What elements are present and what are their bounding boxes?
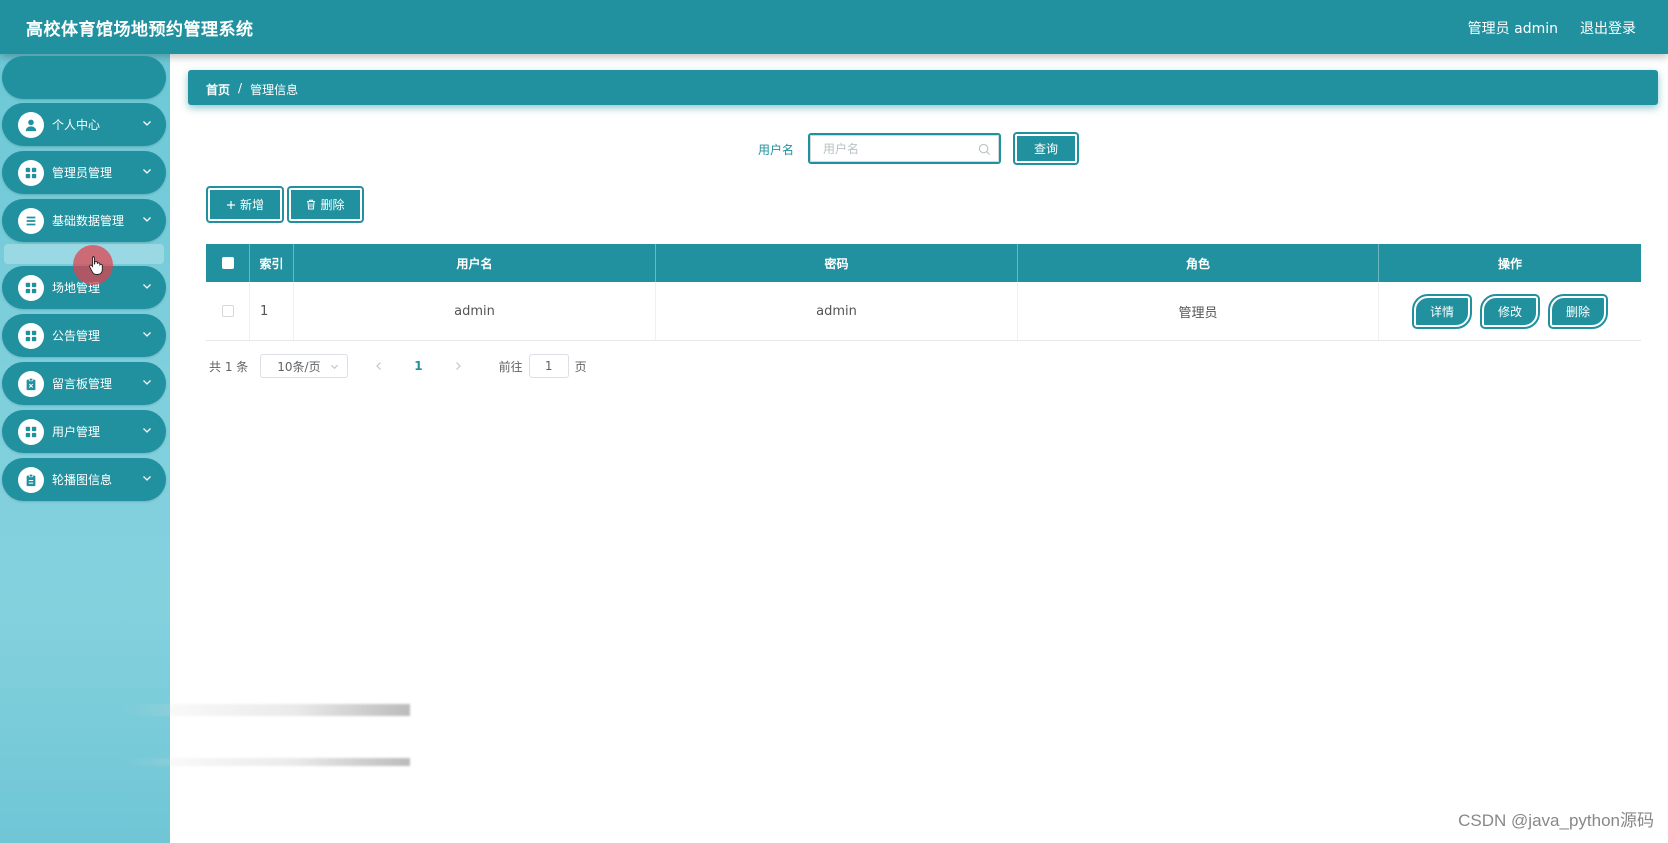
add-button-label: 新增 [239, 198, 264, 212]
delete-button-label: 删除 [320, 198, 345, 212]
chevron-down-icon [142, 166, 156, 179]
breadcrumb-home[interactable]: 首页 [206, 81, 230, 98]
sidebar-item-label: 轮播图信息 [52, 473, 113, 487]
breadcrumb: 首页 / 管理信息 [206, 81, 298, 98]
clipboard-icon [18, 370, 44, 397]
chevron-down-icon [142, 281, 156, 294]
page-size-value: 10条/页 [277, 359, 321, 374]
query-button[interactable]: 查询 [1013, 132, 1079, 165]
grid-icon [18, 274, 44, 301]
sidebar-item-user-management[interactable]: 用户管理 [2, 410, 166, 453]
cell-username: admin [294, 282, 656, 340]
edit-button[interactable]: 修改 [1480, 293, 1540, 329]
breadcrumb-current: 管理信息 [250, 83, 299, 97]
sidebar-item-label: 首页 [0, 69, 166, 86]
goto-label: 前往 [498, 359, 523, 374]
sidebar-item-label: 用户管理 [52, 425, 101, 439]
chevron-down-icon [142, 329, 156, 342]
search-label: 用户名 [758, 143, 795, 157]
chevron-down-icon [142, 214, 156, 227]
table-row: 1 admin admin 管理员 详情 修改 删除 [206, 282, 1641, 341]
app-title: 高校体育馆场地预约管理系统 [26, 20, 254, 40]
sidebar-item-notice-management[interactable]: 公告管理 [2, 314, 166, 357]
column-header-index: 索引 [250, 244, 294, 282]
next-page-icon[interactable] [451, 359, 465, 373]
page-size-select[interactable]: 10条/页 [260, 354, 349, 378]
cell-actions: 详情 修改 删除 [1379, 282, 1641, 340]
pagination: 共 1 条 10条/页 1 前往 页 [209, 354, 587, 378]
grid-icon [18, 418, 44, 445]
total-count: 共 1 条 [209, 359, 249, 374]
plus-icon [226, 200, 235, 209]
top-header: 高校体育馆场地预约管理系统 管理员 admin 退出登录 [0, 0, 1668, 54]
search-icon [978, 143, 991, 156]
sidebar-item-label: 管理员管理 [52, 166, 113, 180]
sidebar-item-label: 个人中心 [52, 118, 101, 132]
table-header: 索引 用户名 密码 角色 操作 [206, 244, 1641, 282]
column-header-password: 密码 [656, 244, 1018, 282]
column-header-username: 用户名 [294, 244, 656, 282]
goto-page-input[interactable] [528, 354, 569, 378]
sidebar-item-admin-management[interactable]: 管理员管理 [2, 151, 166, 194]
chevron-down-icon [142, 118, 156, 131]
cell-index: 1 [250, 282, 294, 340]
search-input[interactable] [810, 135, 999, 162]
select-all-checkbox[interactable] [221, 257, 234, 269]
header-actions: 管理员 admin 退出登录 [1468, 18, 1636, 38]
logout-link[interactable]: 退出登录 [1580, 18, 1636, 38]
clipboard-icon [18, 466, 44, 493]
hand-cursor-icon [89, 256, 103, 275]
sidebar-item-message-board[interactable]: 留言板管理 [2, 362, 166, 405]
column-header-actions: 操作 [1497, 256, 1522, 271]
cell-password: admin [656, 282, 1018, 340]
sidebar-item-home[interactable]: 首页 [2, 56, 166, 99]
column-header-role: 角色 [1018, 244, 1379, 282]
list-icon [18, 207, 44, 234]
blur-artifact [120, 704, 410, 716]
user-icon [18, 111, 44, 138]
sidebar-item-carousel-info[interactable]: 轮播图信息 [2, 458, 166, 501]
chevron-down-icon [331, 364, 339, 370]
page-suffix: 页 [574, 359, 587, 374]
breadcrumb-separator: / [238, 81, 243, 95]
admin-table: 索引 用户名 密码 角色 操作 1 admin admin 管理员 详情 修改 … [206, 244, 1641, 341]
chevron-down-icon [142, 377, 156, 390]
sidebar-item-personal-center[interactable]: 个人中心 [2, 103, 166, 146]
select-all-cell [206, 244, 250, 282]
prev-page-icon[interactable] [372, 359, 386, 373]
trash-icon [307, 199, 316, 210]
sidebar-item-basic-data[interactable]: 基础数据管理 [2, 199, 166, 242]
search-box [808, 133, 1001, 164]
detail-button[interactable]: 详情 [1412, 293, 1472, 329]
row-checkbox[interactable] [221, 305, 234, 317]
batch-delete-button[interactable]: 删除 [287, 186, 364, 223]
row-delete-button[interactable]: 删除 [1548, 293, 1608, 329]
cell-role: 管理员 [1018, 282, 1379, 340]
add-button[interactable]: 新增 [206, 186, 284, 223]
watermark: CSDN @java_python源码 [1458, 811, 1654, 830]
page-number-current[interactable]: 1 [414, 359, 422, 373]
current-user-label: 管理员 admin [1467, 21, 1558, 37]
blur-artifact [120, 758, 410, 766]
chevron-down-icon [142, 473, 156, 486]
sidebar-item-label: 公告管理 [52, 329, 101, 343]
grid-icon [18, 322, 44, 349]
chevron-down-icon [142, 425, 156, 438]
query-button-label: 查询 [1033, 142, 1058, 156]
breadcrumb-bar: 首页 / 管理信息 [188, 70, 1658, 105]
row-check-cell [206, 282, 250, 340]
sidebar-item-label: 基础数据管理 [52, 214, 125, 228]
sidebar-item-label: 留言板管理 [52, 377, 113, 391]
grid-icon [18, 159, 44, 186]
